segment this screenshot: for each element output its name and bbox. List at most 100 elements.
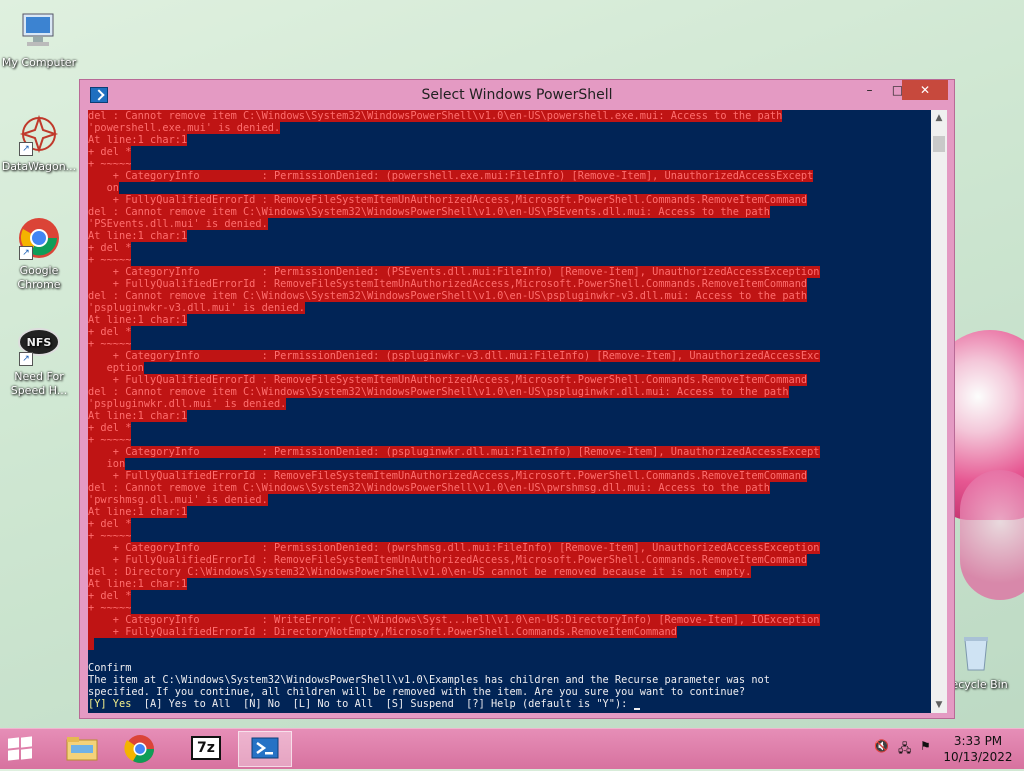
taskbar-7zip[interactable]: 7z <box>180 731 234 767</box>
error-line-text: on <box>88 182 119 194</box>
desktop-icon-datawagon[interactable]: ↗ DataWagon... <box>0 112 78 174</box>
console-output[interactable]: del : Cannot remove item C:\Windows\Syst… <box>88 110 931 713</box>
desktop-icon-my-computer[interactable]: My Computer <box>0 8 78 70</box>
error-line: + CategoryInfo : PermissionDenied: (pspl… <box>88 350 931 362</box>
powershell-icon <box>251 737 279 759</box>
recycle-bin-icon <box>954 630 998 674</box>
error-line: + FullyQualifiedErrorId : RemoveFileSyst… <box>88 470 931 482</box>
error-line-text: + del * <box>88 146 132 158</box>
error-line-text: 'pspluginwkr-v3.dll.mui' is denied. <box>88 302 305 314</box>
prompt-yes-option: [Y] Yes <box>88 698 132 710</box>
network-icon[interactable]: 🖧 <box>898 739 911 760</box>
minimize-button[interactable]: – <box>856 80 883 100</box>
window-title: Select Windows PowerShell <box>421 87 613 103</box>
scrollbar-thumb[interactable] <box>933 136 945 152</box>
taskbar: 7z 🔇 🖧 ⚑ 3:33 PM 10/13/2022 <box>0 728 1024 769</box>
error-line-text: del : Cannot remove item C:\Windows\Syst… <box>88 482 770 494</box>
error-line-text: At line:1 char:1 <box>88 410 188 422</box>
error-line-text: At line:1 char:1 <box>88 230 188 242</box>
error-line-text: + FullyQualifiedErrorId : RemoveFileSyst… <box>88 470 808 482</box>
desktop-icon-need-for-speed[interactable]: NFS ↗ Need For Speed H... <box>0 322 78 398</box>
error-line: + CategoryInfo : PermissionDenied: (pwrs… <box>88 542 931 554</box>
error-line: + CategoryInfo : PermissionDenied: (pspl… <box>88 446 931 458</box>
error-line: eption <box>88 362 931 374</box>
error-line-text: del : Cannot remove item C:\Windows\Syst… <box>88 290 808 302</box>
error-line-text: del : Cannot remove item C:\Windows\Syst… <box>88 386 789 398</box>
error-line: At line:1 char:1 <box>88 410 931 422</box>
error-line-text: + CategoryInfo : WriteError: (C:\Windows… <box>88 614 820 626</box>
volume-muted-icon[interactable]: 🔇 <box>874 739 889 753</box>
desktop-icon-label: Google Chrome <box>17 264 61 291</box>
windows-logo-icon <box>8 737 19 749</box>
error-line-text: + FullyQualifiedErrorId : RemoveFileSyst… <box>88 374 808 386</box>
error-line: At line:1 char:1 <box>88 134 931 146</box>
error-line-text: + CategoryInfo : PermissionDenied: (pspl… <box>88 350 820 362</box>
error-line: del : Cannot remove item C:\Windows\Syst… <box>88 110 931 122</box>
error-line-text: + FullyQualifiedErrorId : RemoveFileSyst… <box>88 194 808 206</box>
desktop-icon-label: Need For Speed H... <box>10 370 68 397</box>
clock-time: 3:33 PM <box>953 734 1003 748</box>
error-line: + CategoryInfo : PermissionDenied: (PSEv… <box>88 266 931 278</box>
error-line-text: 'pwrshmsg.dll.mui' is denied. <box>88 494 268 506</box>
error-line-text: + del * <box>88 422 132 434</box>
taskbar-file-explorer[interactable] <box>55 731 109 767</box>
error-line: + CategoryInfo : WriteError: (C:\Windows… <box>88 614 931 626</box>
windows-logo-icon <box>21 736 32 748</box>
error-line: + CategoryInfo : PermissionDenied: (powe… <box>88 170 931 182</box>
error-line-text: del : Directory C:\Windows\System32\Wind… <box>88 566 752 578</box>
scroll-down-arrow-icon[interactable]: ▼ <box>931 697 947 713</box>
datawagon-icon: ↗ <box>17 112 61 156</box>
error-line: 'pspluginwkr-v3.dll.mui' is denied. <box>88 302 931 314</box>
start-button[interactable] <box>8 736 32 761</box>
error-line: on <box>88 182 931 194</box>
confirm-prompt[interactable]: [Y] Yes [A] Yes to All [N] No [L] No to … <box>88 698 931 710</box>
confirm-title: Confirm <box>88 662 132 674</box>
error-line: + ~~~~~ <box>88 158 931 170</box>
shortcut-arrow-icon: ↗ <box>19 246 33 260</box>
taskbar-powershell[interactable] <box>238 731 292 767</box>
error-line-text: + CategoryInfo : PermissionDenied: (PSEv… <box>88 266 820 278</box>
text-cursor <box>633 708 640 710</box>
error-line: 'pspluginwkr.dll.mui' is denied. <box>88 398 931 410</box>
error-line: ion <box>88 458 931 470</box>
chrome-icon: ↗ <box>17 216 61 260</box>
error-line: + FullyQualifiedErrorId : RemoveFileSyst… <box>88 278 931 290</box>
clock-date: 10/13/2022 <box>943 750 1013 764</box>
error-line: del : Directory C:\Windows\System32\Wind… <box>88 566 931 578</box>
error-line: + FullyQualifiedErrorId : RemoveFileSyst… <box>88 194 931 206</box>
error-line: del : Cannot remove item C:\Windows\Syst… <box>88 482 931 494</box>
error-line: + FullyQualifiedErrorId : RemoveFileSyst… <box>88 374 931 386</box>
desktop-icon-google-chrome[interactable]: ↗ Google Chrome <box>0 216 78 292</box>
error-line-text <box>88 638 95 650</box>
error-line: + ~~~~~ <box>88 338 931 350</box>
error-line: At line:1 char:1 <box>88 314 931 326</box>
action-center-icon[interactable]: ⚑ <box>920 739 931 753</box>
error-line-text: + ~~~~~ <box>88 158 132 170</box>
error-line-text: 'pspluginwkr.dll.mui' is denied. <box>88 398 287 410</box>
error-line-text: + del * <box>88 518 132 530</box>
error-line-text: + CategoryInfo : PermissionDenied: (pspl… <box>88 446 820 458</box>
7zip-label: 7z <box>197 740 215 756</box>
error-line-text: + del * <box>88 242 132 254</box>
error-line: 'pwrshmsg.dll.mui' is denied. <box>88 494 931 506</box>
powershell-window[interactable]: Select Windows PowerShell – □ ✕ del : Ca… <box>79 79 955 719</box>
error-output: del : Cannot remove item C:\Windows\Syst… <box>88 110 931 650</box>
error-line-text: + ~~~~~ <box>88 530 132 542</box>
error-line: + FullyQualifiedErrorId : DirectoryNotEm… <box>88 626 931 638</box>
error-line: + del * <box>88 518 931 530</box>
error-line: + FullyQualifiedErrorId : RemoveFileSyst… <box>88 554 931 566</box>
error-line-text: + FullyQualifiedErrorId : RemoveFileSyst… <box>88 554 808 566</box>
chrome-icon <box>124 735 154 763</box>
vertical-scrollbar[interactable]: ▲ ▼ <box>931 110 947 713</box>
error-line-text: + del * <box>88 590 132 602</box>
taskbar-chrome[interactable] <box>113 731 167 767</box>
error-line-text: + CategoryInfo : PermissionDenied: (pwrs… <box>88 542 820 554</box>
shortcut-arrow-icon: ↗ <box>19 352 33 366</box>
nfs-icon: NFS ↗ <box>17 322 61 366</box>
window-titlebar[interactable]: Select Windows PowerShell – □ ✕ <box>80 80 954 110</box>
error-line-text: + ~~~~~ <box>88 434 132 446</box>
close-button[interactable]: ✕ <box>902 80 948 100</box>
error-line: + ~~~~~ <box>88 530 931 542</box>
scroll-up-arrow-icon[interactable]: ▲ <box>931 110 947 126</box>
system-clock[interactable]: 3:33 PM 10/13/2022 <box>934 733 1022 765</box>
